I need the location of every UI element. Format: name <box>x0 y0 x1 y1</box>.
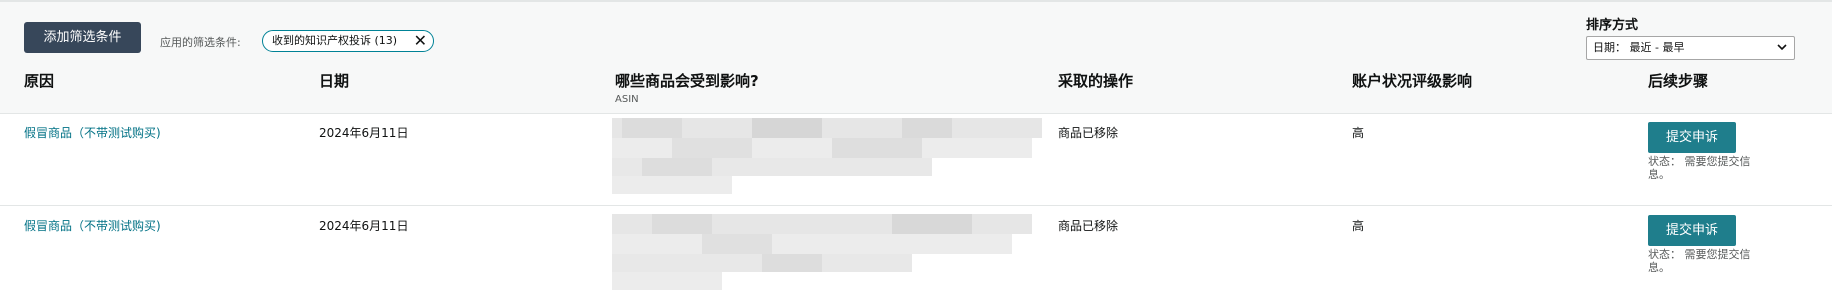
status-text: 状态： 需要您提交信息。 <box>1648 155 1751 181</box>
row-divider <box>0 113 1832 114</box>
column-header-next-steps: 后续步骤 <box>1648 72 1709 90</box>
status-text: 状态： 需要您提交信息。 <box>1648 248 1751 274</box>
redacted-asin-mosaic <box>612 118 1042 194</box>
asin-sublabel: ASIN <box>615 94 639 105</box>
column-header-action: 采取的操作 <box>1058 72 1134 90</box>
submit-appeal-button[interactable]: 提交申诉 <box>1648 122 1736 153</box>
filter-chip[interactable]: 收到的知识产权投诉 (13) ✕ <box>262 30 434 52</box>
date-cell: 2024年6月11日 <box>319 219 409 233</box>
reason-link[interactable]: 假冒商品（不带测试购买) <box>24 217 161 234</box>
column-header-reason: 原因 <box>24 72 55 90</box>
sort-label: 排序方式 <box>1586 18 1639 33</box>
applied-filters-label: 应用的筛选条件: <box>160 36 241 49</box>
column-header-health-impact: 账户状况评级影响 <box>1352 72 1473 90</box>
column-header-date: 日期 <box>319 72 350 90</box>
close-icon[interactable]: ✕ <box>414 31 427 50</box>
impact-cell: 高 <box>1352 219 1365 233</box>
submit-appeal-button[interactable]: 提交申诉 <box>1648 215 1736 246</box>
sort-select[interactable]: 日期： 最近 - 最早 <box>1586 36 1795 60</box>
redacted-asin-mosaic <box>612 214 1032 290</box>
impact-cell: 高 <box>1352 126 1365 140</box>
sort-selected-value: 日期： 最近 - 最早 <box>1593 41 1685 54</box>
column-header-affected-items: 哪些商品会受到影响? <box>615 72 759 90</box>
reason-link[interactable]: 假冒商品（不带测试购买) <box>24 124 161 141</box>
date-cell: 2024年6月11日 <box>319 126 409 140</box>
add-filter-button[interactable]: 添加筛选条件 <box>24 22 141 53</box>
chevron-down-icon <box>1777 44 1787 51</box>
top-divider <box>0 0 1832 2</box>
action-cell: 商品已移除 <box>1058 219 1119 233</box>
filter-chip-label: 收到的知识产权投诉 (13) <box>272 34 398 47</box>
action-cell: 商品已移除 <box>1058 126 1119 140</box>
row-divider <box>0 205 1832 206</box>
